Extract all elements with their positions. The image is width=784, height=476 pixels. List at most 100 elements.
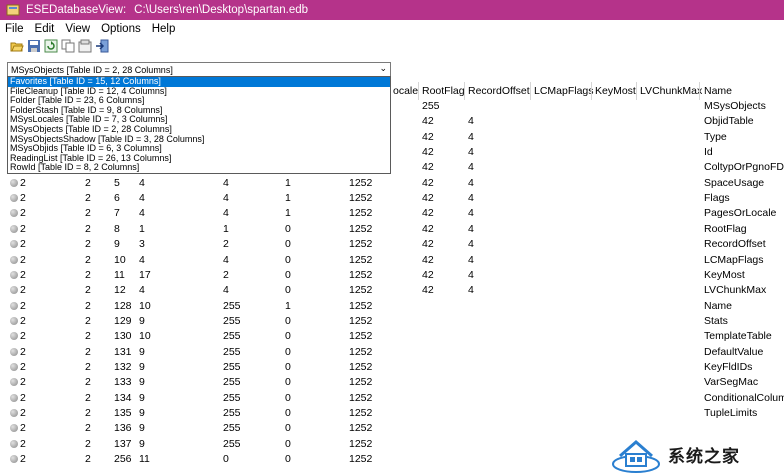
cell-c6: 0 bbox=[285, 314, 291, 327]
cell-c7: 1252 bbox=[349, 253, 373, 266]
table-row[interactable]: 2 2 6 4 4 1 1252 42 4 Flags bbox=[0, 191, 784, 206]
row-status-icon bbox=[10, 439, 18, 448]
cell-c7: 1252 bbox=[349, 299, 373, 312]
column-header-keymost[interactable]: KeyMost bbox=[595, 85, 636, 97]
cell-c5: 1 bbox=[223, 222, 229, 235]
cell-c6: 0 bbox=[285, 407, 291, 419]
cell-c1: 2 bbox=[20, 360, 26, 373]
column-separator[interactable] bbox=[464, 82, 465, 100]
table-row[interactable]: 2 2 134 9 255 0 1252 ConditionalColumn bbox=[0, 391, 784, 406]
cell-c4: 10 bbox=[139, 330, 151, 343]
row-status-icon bbox=[10, 270, 18, 279]
menu-item-options[interactable]: Options bbox=[101, 23, 141, 35]
cell-c5: 4 bbox=[223, 207, 229, 220]
cell-name: DefaultValue bbox=[704, 345, 764, 358]
row-status-icon bbox=[10, 393, 18, 402]
column-separator[interactable] bbox=[699, 82, 700, 100]
window-title: ESEDatabaseView: C:\Users\ren\Desktop\spa… bbox=[26, 4, 309, 16]
cell-name: RecordOffset bbox=[704, 238, 766, 251]
cell-name: MSysObjects bbox=[704, 100, 766, 112]
cell-c7: 1252 bbox=[349, 453, 373, 466]
table-row[interactable]: 2 2 8 1 1 0 1252 42 4 RootFlag bbox=[0, 222, 784, 237]
cell-c3: 137 bbox=[114, 437, 132, 450]
cell-c6: 0 bbox=[285, 284, 291, 297]
table-selector[interactable]: MSysObjects [Table ID = 2, 28 Columns] ⌄ bbox=[7, 62, 391, 77]
column-separator[interactable] bbox=[591, 82, 592, 100]
cell-c1: 2 bbox=[20, 176, 26, 189]
column-header-rootflag[interactable]: RootFlag bbox=[422, 85, 465, 97]
cell-c3: 11 bbox=[114, 268, 125, 281]
save-icon[interactable] bbox=[27, 39, 41, 53]
exit-icon[interactable] bbox=[95, 39, 109, 53]
column-separator[interactable] bbox=[636, 82, 637, 100]
cell-c2: 2 bbox=[85, 284, 91, 297]
table-row[interactable]: 2 2 130 10 255 0 1252 TemplateTable bbox=[0, 329, 784, 344]
menu-item-file[interactable]: File bbox=[5, 23, 24, 35]
dropdown-option[interactable]: RowId [Table ID = 8, 2 Columns] bbox=[8, 163, 390, 173]
table-row[interactable]: 2 2 132 9 255 0 1252 KeyFldIDs bbox=[0, 360, 784, 375]
cell-c1: 2 bbox=[20, 422, 26, 435]
cell-c6: 1 bbox=[285, 207, 291, 220]
table-row[interactable]: 2 2 131 9 255 0 1252 DefaultValue bbox=[0, 345, 784, 360]
menu-item-help[interactable]: Help bbox=[152, 23, 176, 35]
cell-c5: 255 bbox=[223, 422, 241, 435]
cell-c3: 12 bbox=[114, 284, 126, 297]
column-header-ocale[interactable]: ocale bbox=[393, 85, 418, 97]
cell-c5: 255 bbox=[223, 391, 241, 404]
cell-c4: 11 bbox=[139, 453, 150, 466]
cell-c4: 9 bbox=[139, 376, 145, 389]
cell-recoff: 4 bbox=[468, 284, 474, 297]
cell-c3: 7 bbox=[114, 207, 120, 220]
cell-name: LVChunkMax bbox=[704, 284, 767, 297]
cell-rootflag: 42 bbox=[422, 115, 434, 128]
cell-c7: 1252 bbox=[349, 222, 373, 235]
cell-c2: 2 bbox=[85, 345, 91, 358]
cell-c5: 4 bbox=[223, 176, 229, 189]
cell-c3: 8 bbox=[114, 222, 120, 235]
table-row[interactable]: 2 2 135 9 255 0 1252 TupleLimits bbox=[0, 406, 784, 421]
row-status-icon bbox=[10, 455, 18, 464]
row-status-icon bbox=[10, 240, 18, 249]
table-row[interactable]: 2 2 128 10 255 1 1252 Name bbox=[0, 299, 784, 314]
column-header-name[interactable]: Name bbox=[704, 85, 732, 97]
properties-icon[interactable] bbox=[78, 39, 92, 53]
cell-c2: 2 bbox=[85, 222, 91, 235]
column-header-recordoffset[interactable]: RecordOffset bbox=[468, 85, 530, 97]
copy-icon[interactable] bbox=[61, 39, 75, 53]
cell-c6: 0 bbox=[285, 238, 291, 251]
column-separator[interactable] bbox=[530, 82, 531, 100]
cell-c5: 255 bbox=[223, 437, 241, 450]
cell-c4: 9 bbox=[139, 437, 145, 450]
cell-c5: 255 bbox=[223, 360, 241, 373]
column-separator[interactable] bbox=[418, 82, 419, 100]
cell-c2: 2 bbox=[85, 453, 91, 466]
cell-c3: 131 bbox=[114, 345, 132, 358]
table-row[interactable]: 2 2 11 17 2 0 1252 42 4 KeyMost bbox=[0, 268, 784, 283]
row-status-icon bbox=[10, 424, 18, 433]
table-row[interactable]: 2 2 5 4 4 1 1252 42 4 SpaceUsage bbox=[0, 176, 784, 191]
cell-rootflag: 42 bbox=[422, 161, 434, 174]
table-row[interactable]: 2 2 9 3 2 0 1252 42 4 RecordOffset bbox=[0, 237, 784, 252]
menu-item-view[interactable]: View bbox=[65, 23, 90, 35]
column-header-lcmapflags[interactable]: LCMapFlags bbox=[534, 85, 594, 97]
cell-c5: 4 bbox=[223, 284, 229, 297]
cell-c2: 2 bbox=[85, 176, 91, 189]
chevron-down-icon[interactable]: ⌄ bbox=[379, 63, 387, 74]
column-header-lvchunkmax[interactable]: LVChunkMax bbox=[640, 85, 702, 97]
cell-rootflag: 42 bbox=[422, 146, 434, 159]
cell-c4: 9 bbox=[139, 345, 145, 358]
row-status-icon bbox=[10, 316, 18, 325]
refresh-icon[interactable] bbox=[44, 39, 58, 53]
menu-item-edit[interactable]: Edit bbox=[35, 23, 55, 35]
table-row[interactable]: 2 2 12 4 4 0 1252 42 4 LVChunkMax bbox=[0, 283, 784, 298]
cell-name: TemplateTable bbox=[704, 330, 772, 343]
table-row[interactable]: 2 2 10 4 4 0 1252 42 4 LCMapFlags bbox=[0, 253, 784, 268]
cell-rootflag: 42 bbox=[422, 192, 434, 205]
cell-c4: 9 bbox=[139, 314, 145, 327]
table-row[interactable]: 2 2 129 9 255 0 1252 Stats bbox=[0, 314, 784, 329]
cell-c5: 4 bbox=[223, 192, 229, 205]
open-icon[interactable] bbox=[10, 39, 24, 53]
table-row[interactable]: 2 2 133 9 255 0 1252 VarSegMac bbox=[0, 375, 784, 390]
table-row[interactable]: 2 2 7 4 4 1 1252 42 4 PagesOrLocale bbox=[0, 206, 784, 221]
cell-name: Type bbox=[704, 130, 727, 143]
